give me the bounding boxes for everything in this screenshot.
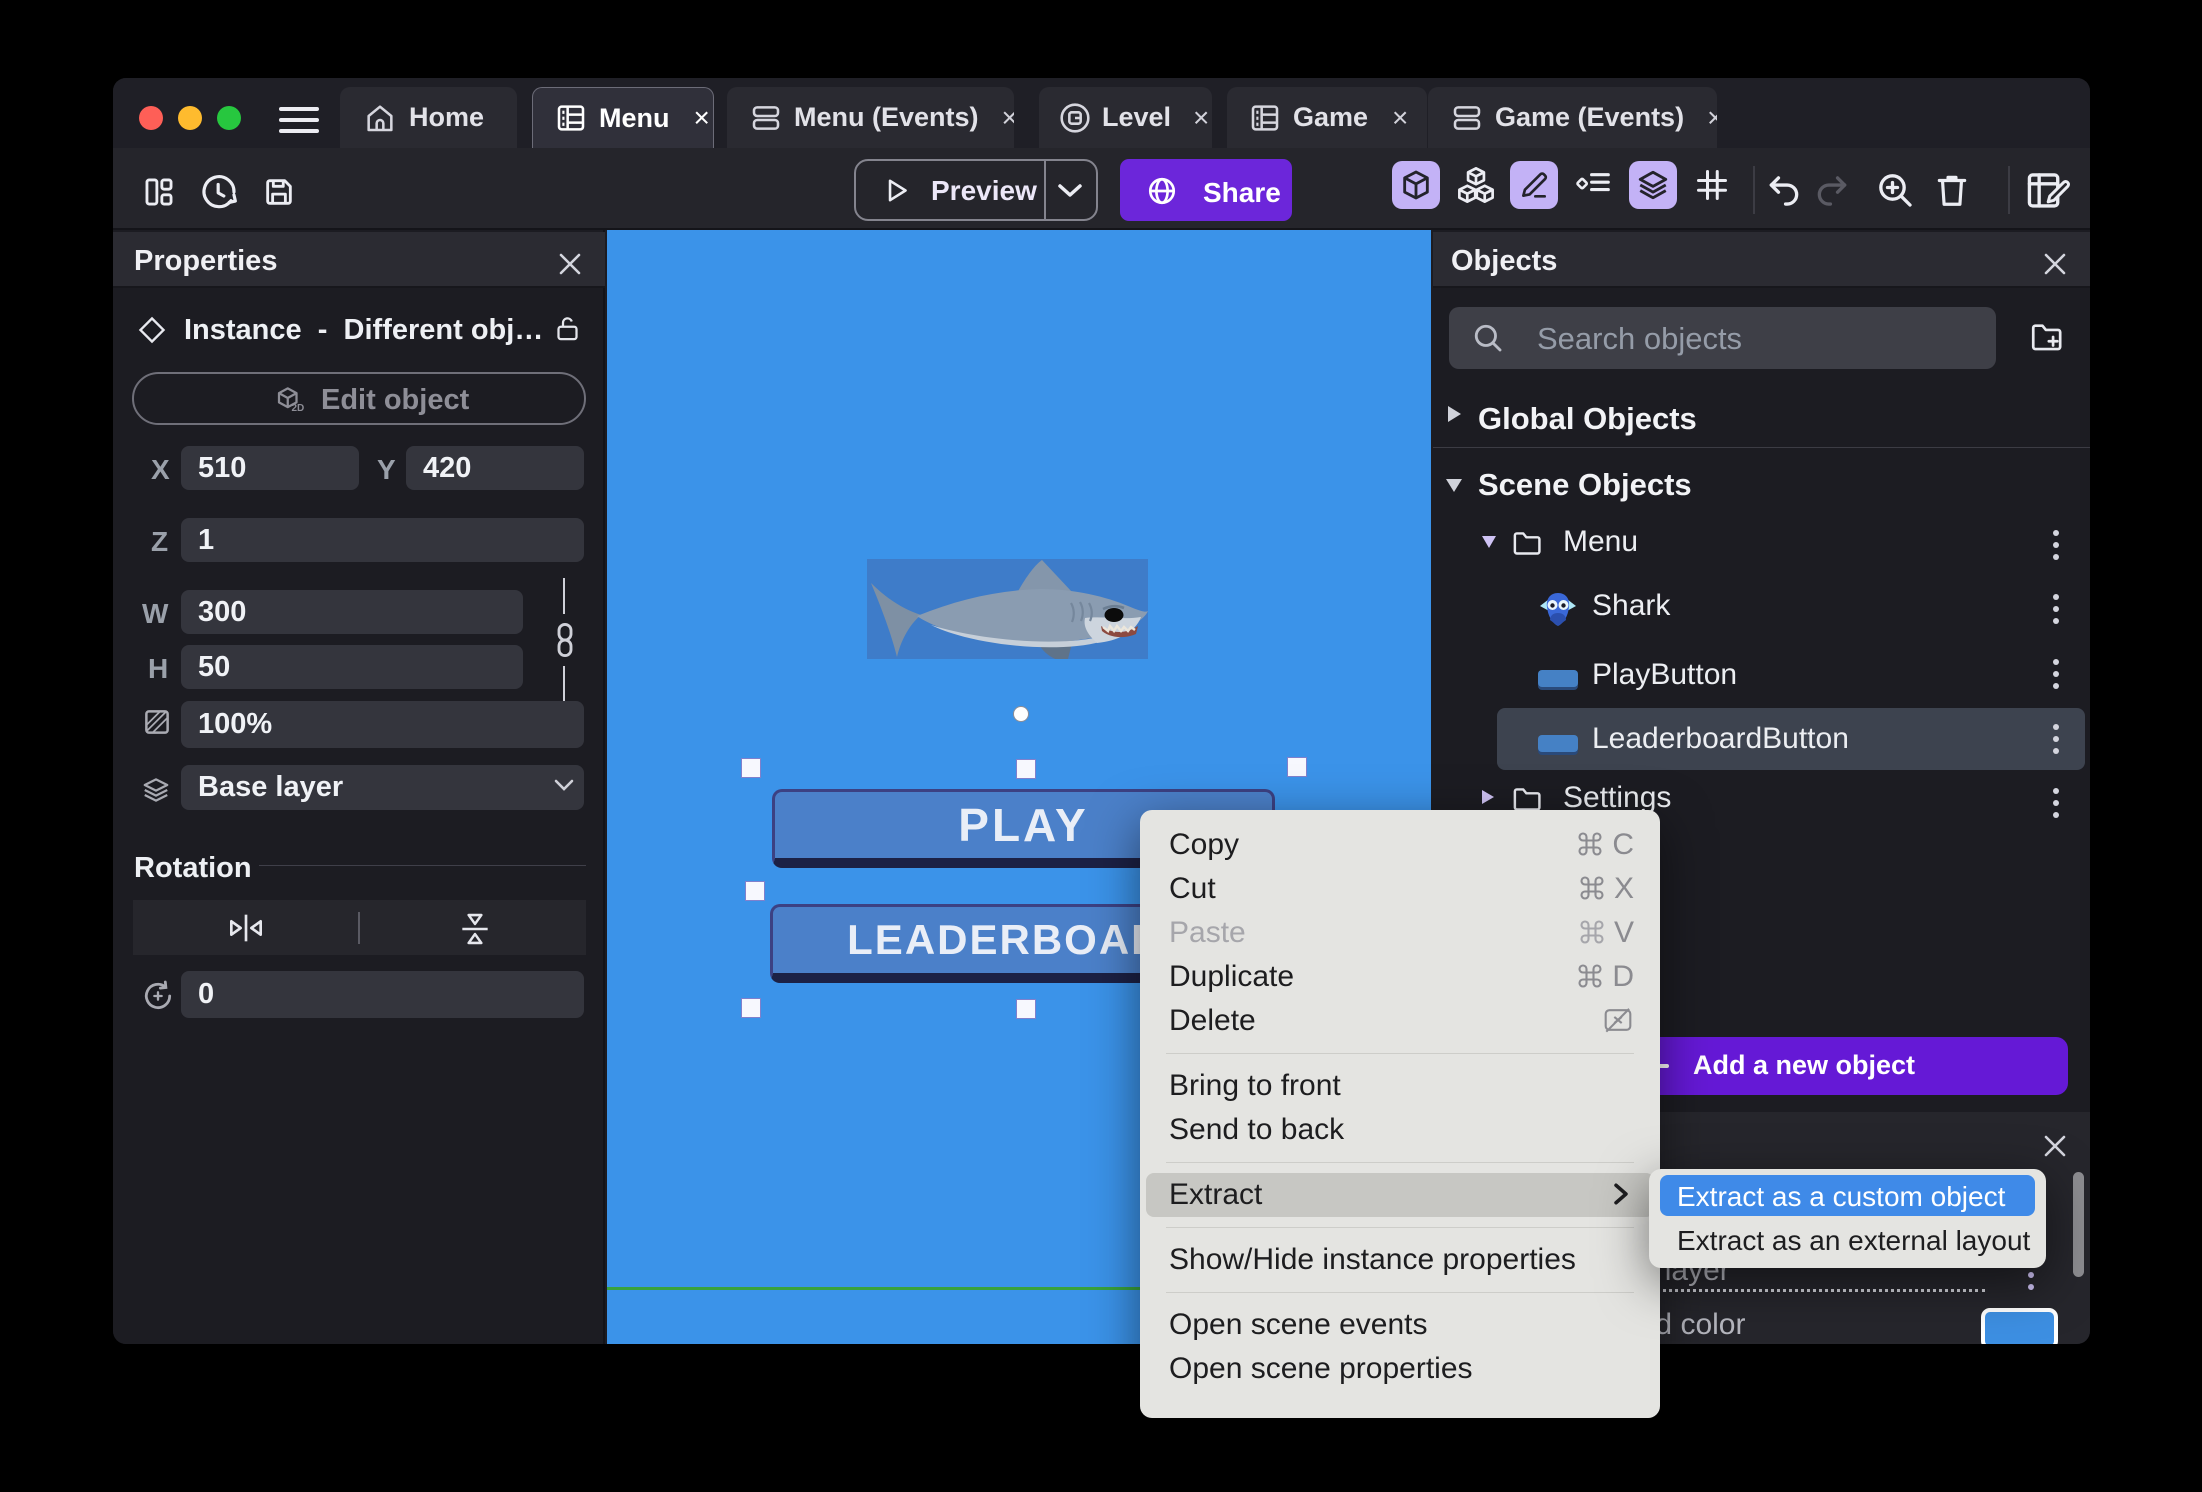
svg-text:2D: 2D xyxy=(292,403,305,414)
